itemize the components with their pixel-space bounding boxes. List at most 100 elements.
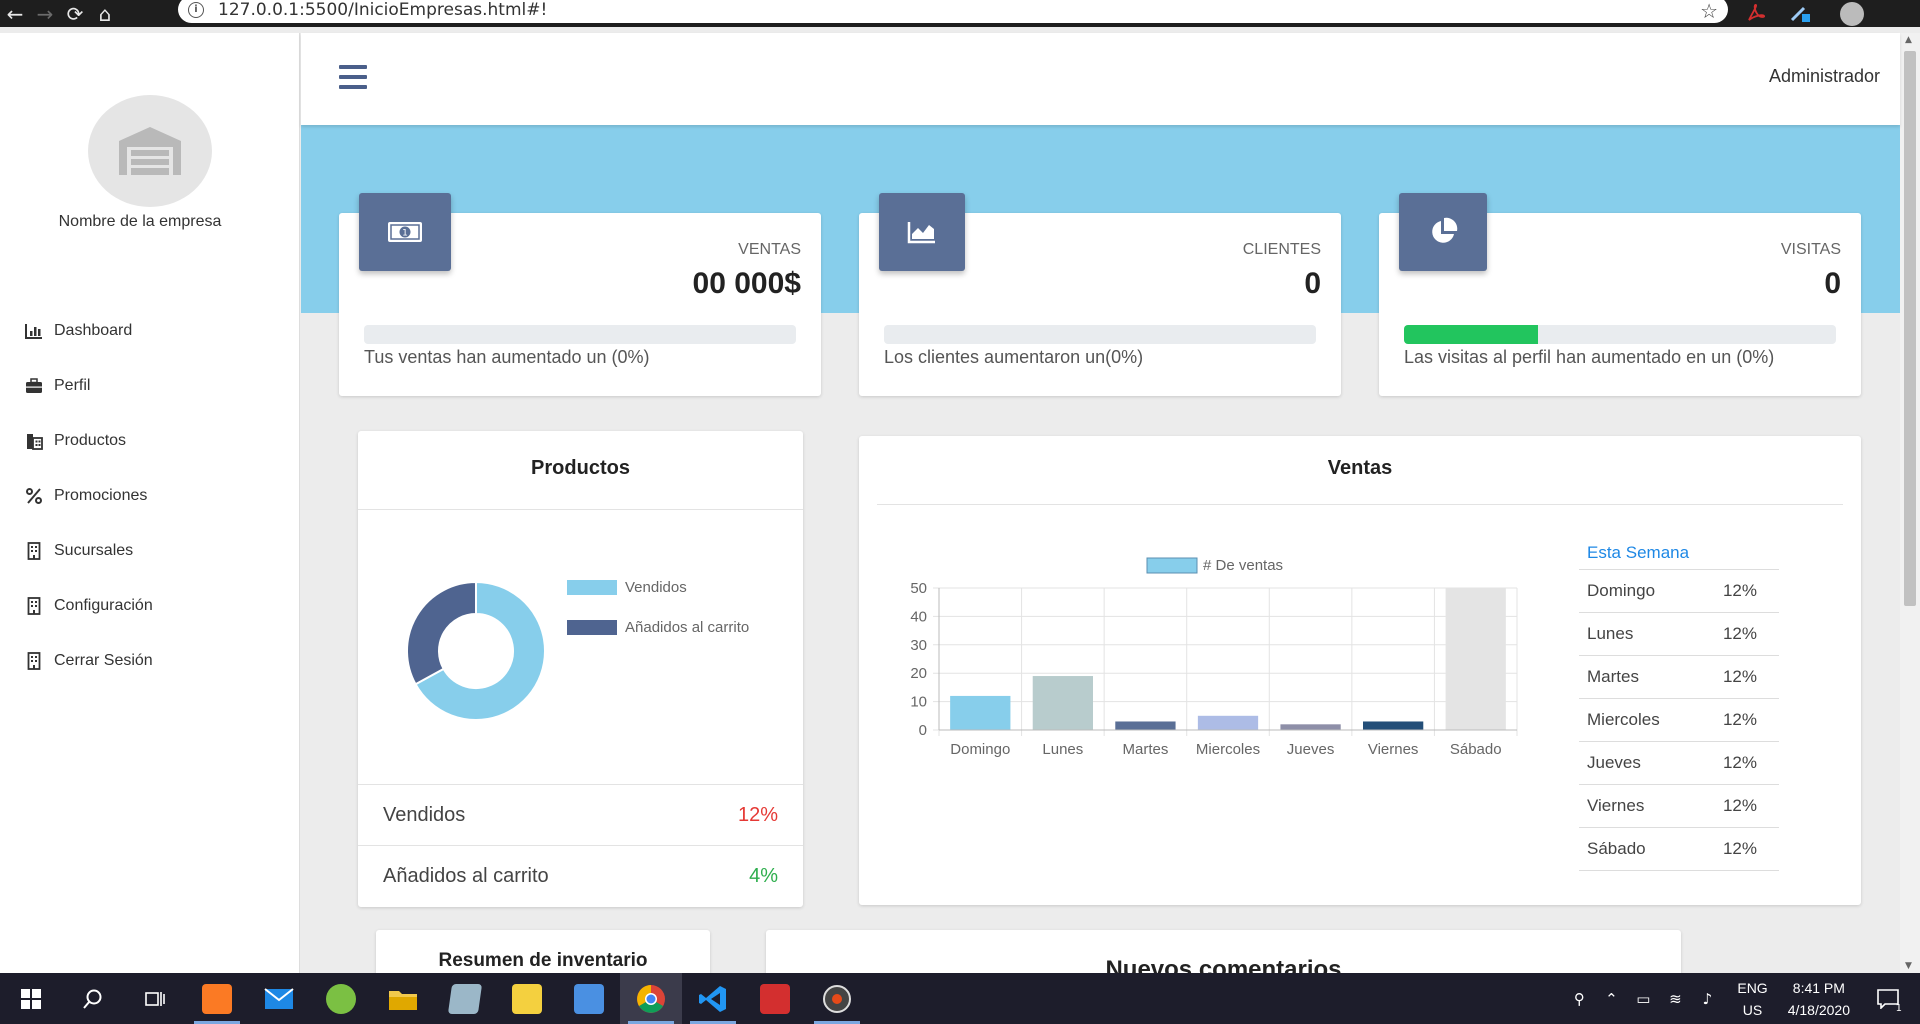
warehouse-icon [119, 127, 181, 175]
scroll-thumb[interactable] [1904, 51, 1916, 606]
sidebar-item-productos[interactable]: Productos [24, 413, 153, 468]
sidebar-item-label: Sucursales [54, 541, 134, 559]
clock-time: 8:41 PM [1792, 979, 1845, 996]
back-button[interactable]: ← [0, 0, 30, 27]
notepad-app-icon[interactable] [434, 973, 496, 1024]
table-row: Lunes 12% [1579, 613, 1779, 656]
day-label: Lunes [1587, 624, 1634, 643]
pie-chart-icon [1399, 193, 1487, 271]
battery-icon[interactable]: ▭ [1629, 973, 1657, 1024]
sticky-notes-icon[interactable] [496, 973, 558, 1024]
site-info-icon[interactable]: i [188, 1, 204, 18]
forward-button[interactable]: → [30, 0, 60, 27]
language-indicator[interactable]: ENG US [1737, 977, 1767, 1021]
bar[interactable] [1445, 588, 1506, 730]
stat-card-clientes: CLIENTES 0 Los clientes aumentaron un(0%… [859, 193, 1341, 396]
building-icon [24, 651, 44, 670]
browser-toolbar: ← → ⟳ ⌂ i 127.0.0.1:5500/InicioEmpresas.… [0, 0, 1920, 27]
x-tick-label: Martes [1123, 741, 1169, 758]
scroll-down-arrow-icon[interactable]: ▼ [1905, 961, 1912, 971]
stat-description: Los clientes aumentaron un(0%) [884, 347, 1144, 367]
sidebar-item-dashboard[interactable]: Dashboard [24, 303, 153, 358]
legend-label: # De ventas [1203, 557, 1283, 574]
mail-app-icon[interactable] [248, 973, 310, 1024]
sidebar-item-sucursales[interactable]: Sucursales [24, 523, 153, 578]
building-icon [24, 596, 44, 615]
donut-slice[interactable] [406, 580, 477, 686]
game-app-icon[interactable] [310, 973, 372, 1024]
list-item: Vendidos 12% [358, 784, 803, 845]
people-icon[interactable]: ⚲ [1565, 973, 1593, 1024]
legend-swatch [1146, 557, 1198, 574]
bar[interactable] [1032, 676, 1093, 730]
building-icon [24, 432, 44, 450]
legend-item[interactable]: Vendidos [567, 579, 687, 596]
bookmark-star-icon[interactable]: ☆ [1700, 0, 1718, 23]
chart-legend[interactable]: # De ventas [1146, 557, 1283, 574]
row-value: 12% [737, 803, 778, 826]
file-explorer-icon[interactable] [372, 973, 434, 1024]
stat-value: 0 [1824, 267, 1841, 300]
scroll-up-arrow-icon[interactable]: ▲ [1905, 35, 1912, 45]
acrobat-app-icon[interactable] [744, 973, 806, 1024]
x-tick-label: Miercoles [1196, 741, 1260, 758]
legend-swatch [567, 620, 617, 635]
bar[interactable] [1197, 715, 1259, 730]
chevron-up-icon[interactable]: ⌃ [1597, 973, 1625, 1024]
clock[interactable]: 8:41 PM 4/18/2020 [1788, 977, 1850, 1021]
y-tick-label: 10 [910, 694, 927, 711]
progress-fill [1404, 325, 1538, 344]
bar[interactable] [1363, 721, 1424, 730]
sidebar-item-perfil[interactable]: Perfil [24, 358, 153, 413]
week-table-title[interactable]: Esta Semana [1579, 536, 1779, 570]
bar[interactable] [1115, 721, 1176, 730]
sidebar-item-label: Configuración [54, 596, 153, 614]
day-label: Jueves [1587, 753, 1641, 772]
stat-label: CLIENTES [1242, 241, 1321, 258]
url-text[interactable]: 127.0.0.1:5500/InicioEmpresas.html#! [218, 0, 547, 20]
xampp-app-icon[interactable] [186, 973, 248, 1024]
day-percent: 12% [1722, 710, 1757, 729]
legend-item[interactable]: Añadidos al carrito [567, 619, 749, 636]
sidebar-item-cerrar-sesion[interactable]: Cerrar Sesión [24, 633, 153, 688]
bar[interactable] [950, 695, 1011, 730]
sidebar-item-configuracion[interactable]: Configuración [24, 578, 153, 633]
page-scrollbar[interactable]: ▲ ▼ [1900, 33, 1920, 973]
pdf-extension-icon[interactable] [1745, 2, 1767, 24]
search-icon[interactable] [62, 973, 124, 1024]
address-bar[interactable]: i 127.0.0.1:5500/InicioEmpresas.html#! ☆ [178, 0, 1728, 23]
user-menu[interactable]: Administrador [1769, 66, 1880, 87]
day-percent: 12% [1722, 624, 1757, 643]
reload-button[interactable]: ⟳ [60, 0, 90, 27]
table-row: Jueves 12% [1579, 742, 1779, 785]
notifications-icon[interactable]: 1 [1874, 973, 1902, 1024]
task-view-icon[interactable] [124, 973, 186, 1024]
clock-date: 4/18/2020 [1787, 1001, 1850, 1018]
y-tick-label: 40 [910, 608, 927, 625]
list-item: Añadidos al carrito 4% [358, 845, 803, 906]
panel-title: Ventas [1327, 457, 1393, 479]
row-label: Vendidos [383, 803, 466, 826]
hamburger-menu-icon[interactable] [339, 65, 367, 89]
chrome-app-icon[interactable] [620, 973, 682, 1024]
day-percent: 12% [1722, 667, 1757, 686]
media-app-icon[interactable] [806, 973, 868, 1024]
wifi-icon[interactable]: ≋ [1661, 973, 1689, 1024]
table-row: Domingo 12% [1579, 570, 1779, 613]
extension-tool-icon[interactable] [1788, 2, 1812, 24]
vscode-app-icon[interactable] [682, 973, 744, 1024]
home-button[interactable]: ⌂ [90, 0, 120, 27]
profile-avatar-icon[interactable] [1840, 2, 1864, 26]
bar[interactable] [1280, 724, 1341, 730]
volume-icon[interactable]: ♪ [1693, 973, 1721, 1024]
photos-app-icon[interactable] [558, 973, 620, 1024]
os-taskbar: ⚲ ⌃ ▭ ≋ ♪ ENG US 8:41 PM 4/18/2020 1 [0, 973, 1920, 1024]
sidebar-item-promociones[interactable]: Promociones [24, 468, 153, 523]
windows-start-icon[interactable] [0, 973, 62, 1024]
region-code: US [1742, 1001, 1763, 1018]
sidebar-item-label: Productos [54, 431, 127, 449]
legend-label: Vendidos [625, 579, 687, 596]
x-tick-label: Jueves [1287, 741, 1335, 758]
progress-bar [1404, 325, 1836, 344]
day-percent: 12% [1722, 581, 1757, 600]
